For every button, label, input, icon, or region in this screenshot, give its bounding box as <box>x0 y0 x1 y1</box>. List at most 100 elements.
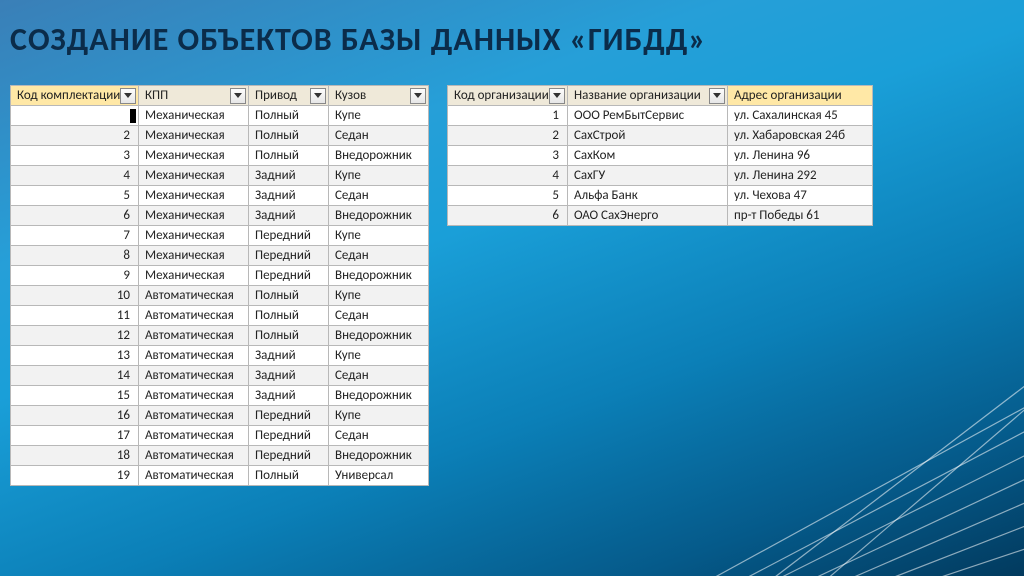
cell-config-code[interactable]: 13 <box>11 346 139 366</box>
table-row[interactable]: 4МеханическаяЗаднийКупе <box>11 166 429 186</box>
table-row[interactable]: 10АвтоматическаяПолныйКупе <box>11 286 429 306</box>
table-row[interactable]: 6ОАО СахЭнергопр-т Победы 61 <box>448 206 873 226</box>
cell-config-code[interactable]: 4 <box>11 166 139 186</box>
cell[interactable]: Внедорожник <box>329 446 429 466</box>
cell-org-address[interactable]: ул. Сахалинская 45 <box>728 106 873 126</box>
cell[interactable]: Механическая <box>139 166 249 186</box>
table-row[interactable]: 11АвтоматическаяПолныйСедан <box>11 306 429 326</box>
cell[interactable]: Механическая <box>139 186 249 206</box>
col-header-org-name[interactable]: Название организации <box>568 86 728 106</box>
table-row[interactable]: 3СахКомул. Ленина 96 <box>448 146 873 166</box>
cell-config-code[interactable]: 18 <box>11 446 139 466</box>
cell[interactable]: Задний <box>249 366 329 386</box>
cell[interactable]: Механическая <box>139 226 249 246</box>
cell[interactable]: Механическая <box>139 146 249 166</box>
cell-org-code[interactable]: 3 <box>448 146 568 166</box>
chevron-down-icon[interactable] <box>310 88 326 104</box>
cell[interactable]: Автоматическая <box>139 366 249 386</box>
col-header-org-code[interactable]: Код организации <box>448 86 568 106</box>
chevron-down-icon[interactable] <box>230 88 246 104</box>
cell[interactable]: Механическая <box>139 266 249 286</box>
cell[interactable]: Внедорожник <box>329 326 429 346</box>
cell-config-code[interactable]: 12 <box>11 326 139 346</box>
cell-org-address[interactable]: пр-т Победы 61 <box>728 206 873 226</box>
cell[interactable]: Полный <box>249 326 329 346</box>
cell-config-code[interactable]: 9 <box>11 266 139 286</box>
cell-config-code[interactable]: 16 <box>11 406 139 426</box>
table-row[interactable]: 5Альфа Банкул. Чехова 47 <box>448 186 873 206</box>
cell[interactable]: Купе <box>329 406 429 426</box>
cell-org-code[interactable]: 4 <box>448 166 568 186</box>
cell-config-code[interactable]: 17 <box>11 426 139 446</box>
cell-config-code[interactable]: 19 <box>11 466 139 486</box>
cell[interactable]: Задний <box>249 186 329 206</box>
cell-org-address[interactable]: ул. Ленина 96 <box>728 146 873 166</box>
table-row[interactable]: 9МеханическаяПереднийВнедорожник <box>11 266 429 286</box>
table-row[interactable]: 13АвтоматическаяЗаднийКупе <box>11 346 429 366</box>
cell-config-code[interactable]: 2 <box>11 126 139 146</box>
chevron-down-icon[interactable] <box>549 88 565 104</box>
chevron-down-icon[interactable] <box>120 88 136 104</box>
cell[interactable]: Передний <box>249 406 329 426</box>
cell[interactable]: Задний <box>249 386 329 406</box>
table-row[interactable]: 8МеханическаяПереднийСедан <box>11 246 429 266</box>
cell[interactable]: Купе <box>329 286 429 306</box>
cell-org-address[interactable]: ул. Хабаровская 24б <box>728 126 873 146</box>
table-row[interactable]: 15АвтоматическаяЗаднийВнедорожник <box>11 386 429 406</box>
col-header-org-address[interactable]: Адрес организации <box>728 86 873 106</box>
cell[interactable]: Автоматическая <box>139 286 249 306</box>
cell[interactable]: Передний <box>249 426 329 446</box>
cell[interactable]: Седан <box>329 246 429 266</box>
cell-org-code[interactable]: 6 <box>448 206 568 226</box>
cell-org-address[interactable]: ул. Чехова 47 <box>728 186 873 206</box>
cell-org-name[interactable]: Альфа Банк <box>568 186 728 206</box>
cell-org-code[interactable]: 2 <box>448 126 568 146</box>
cell[interactable]: Седан <box>329 366 429 386</box>
cell-config-code[interactable] <box>11 106 139 126</box>
cell[interactable]: Универсал <box>329 466 429 486</box>
cell[interactable]: Седан <box>329 426 429 446</box>
cell-config-code[interactable]: 14 <box>11 366 139 386</box>
cell-org-code[interactable]: 5 <box>448 186 568 206</box>
col-header-config-code[interactable]: Код комплектации <box>11 86 139 106</box>
cell-config-code[interactable]: 10 <box>11 286 139 306</box>
cell[interactable]: Полный <box>249 126 329 146</box>
cell[interactable]: Автоматическая <box>139 406 249 426</box>
table-row[interactable]: 14АвтоматическаяЗаднийСедан <box>11 366 429 386</box>
cell[interactable]: Полный <box>249 466 329 486</box>
cell[interactable]: Задний <box>249 346 329 366</box>
cell[interactable]: Передний <box>249 246 329 266</box>
cell[interactable]: Внедорожник <box>329 146 429 166</box>
cell[interactable]: Купе <box>329 346 429 366</box>
cell[interactable]: Седан <box>329 126 429 146</box>
table-row[interactable]: 12АвтоматическаяПолныйВнедорожник <box>11 326 429 346</box>
cell[interactable]: Автоматическая <box>139 326 249 346</box>
cell-config-code[interactable]: 8 <box>11 246 139 266</box>
cell[interactable]: Автоматическая <box>139 466 249 486</box>
cell-org-address[interactable]: ул. Ленина 292 <box>728 166 873 186</box>
col-header-drive[interactable]: Привод <box>249 86 329 106</box>
cell-config-code[interactable]: 5 <box>11 186 139 206</box>
cell[interactable]: Автоматическая <box>139 386 249 406</box>
table-row[interactable]: 2МеханическаяПолныйСедан <box>11 126 429 146</box>
cell[interactable]: Седан <box>329 186 429 206</box>
chevron-down-icon[interactable] <box>410 88 426 104</box>
cell[interactable]: Внедорожник <box>329 206 429 226</box>
table-row[interactable]: 5МеханическаяЗаднийСедан <box>11 186 429 206</box>
cell-org-name[interactable]: СахГУ <box>568 166 728 186</box>
cell[interactable]: Механическая <box>139 246 249 266</box>
table-row[interactable]: 2СахСтройул. Хабаровская 24б <box>448 126 873 146</box>
cell[interactable]: Полный <box>249 106 329 126</box>
cell-org-code[interactable]: 1 <box>448 106 568 126</box>
cell[interactable]: Полный <box>249 306 329 326</box>
cell[interactable]: Задний <box>249 166 329 186</box>
cell[interactable]: Передний <box>249 446 329 466</box>
cell[interactable]: Купе <box>329 226 429 246</box>
cell-config-code[interactable]: 7 <box>11 226 139 246</box>
cell[interactable]: Автоматическая <box>139 346 249 366</box>
table-row[interactable]: 16АвтоматическаяПереднийКупе <box>11 406 429 426</box>
cell[interactable]: Внедорожник <box>329 386 429 406</box>
cell[interactable]: Полный <box>249 146 329 166</box>
table-row[interactable]: 1ООО РемБытСервисул. Сахалинская 45 <box>448 106 873 126</box>
table-row[interactable]: МеханическаяПолныйКупе <box>11 106 429 126</box>
